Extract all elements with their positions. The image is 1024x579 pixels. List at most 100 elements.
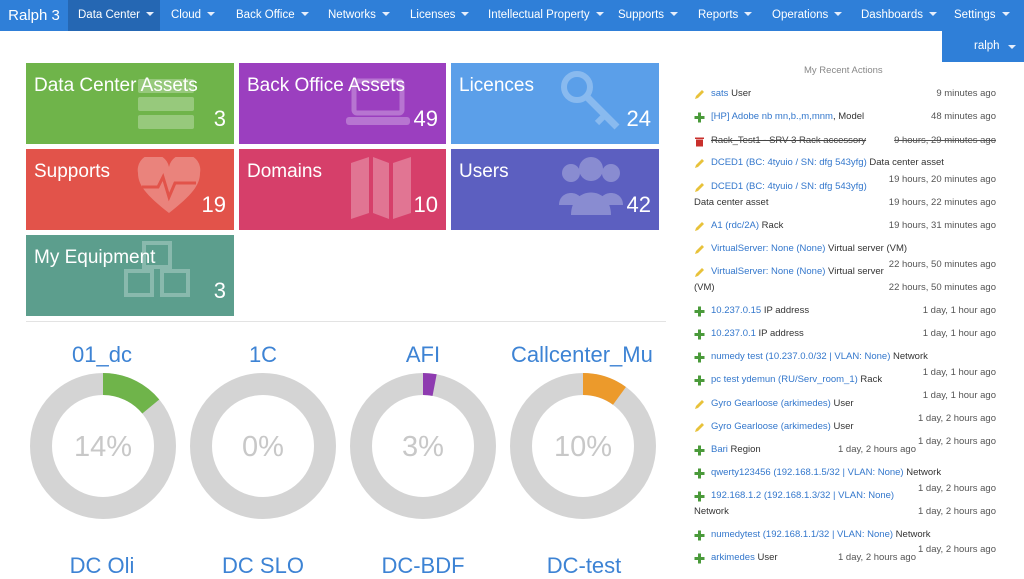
tile-title: Licences [459,75,534,96]
recent-action-link[interactable]: 10.237.0.15 [711,305,761,316]
tile-title: Supports [34,161,111,182]
nav-back-office[interactable]: Back Office [236,0,309,31]
plus-icon [694,304,705,317]
recent-action-type: User [728,88,752,99]
donut-title[interactable]: 01_dc [22,342,182,368]
nav-supports[interactable]: Supports [618,0,679,31]
donut-title[interactable]: DC-BDF [343,553,503,579]
plus-icon [694,551,705,564]
donut-title[interactable]: AFI [343,342,503,368]
recent-action-time: 9 hours, 29 minutes ago [894,135,996,146]
nav-label: Supports [618,9,665,21]
nav-label: Back Office [236,9,295,21]
nav-intellectual-property[interactable]: Intellectual Property [488,0,604,31]
nav-settings[interactable]: Settings [954,0,1010,31]
recent-action-type: Virtual server (VM) [825,243,908,254]
tile-title: Back Office Assets [247,75,406,96]
key-icon [561,71,620,130]
recent-action-time: 22 hours, 50 minutes ago [888,282,996,293]
map-icon [351,157,411,219]
donut-percent: 3% [402,431,444,463]
recent-action-link[interactable]: DCED1 (BC: 4tyuio / SN: dfg 543yfg) [711,181,867,192]
recent-action-link[interactable]: VirtualServer: None (None) [711,243,825,254]
plus-icon [694,489,705,502]
recent-action-time: 1 day, 1 hour ago [922,390,996,401]
donut-title[interactable]: Callcenter_Mu [511,342,661,368]
recent-action-item: [HP] Adobe nb mn,b.,m,mnm, Model [711,111,864,122]
recent-action-type: Data center asset [866,157,944,168]
recent-action-link[interactable]: [HP] Adobe nb mn,b.,m,mnm [711,111,833,122]
recent-action-link[interactable]: numedy test (10.237.0.0/32 | VLAN: None) [711,351,890,362]
recent-action-type: Data center asset [694,197,769,208]
nav-networks[interactable]: Networks [328,0,390,31]
donut-title[interactable]: DC-test [504,553,664,579]
tile-supports[interactable]: Supports 19 [26,149,234,230]
recent-action-type: Region [727,444,761,455]
donut-title[interactable]: DC SLO [183,553,343,579]
donut-title[interactable]: 1C [183,342,343,368]
chevron-down-icon [1001,11,1010,16]
recent-action-link[interactable]: Bari [711,444,728,455]
recent-action-type: Virtual server [825,266,884,277]
recent-action-link[interactable]: numedytest (192.168.1.1/32 | VLAN: None) [711,529,893,540]
nav-data-center[interactable]: Data Center [68,0,160,31]
nav-reports[interactable]: Reports [698,0,753,31]
nav-licenses[interactable]: Licenses [410,0,470,31]
recent-action-link[interactable]: arkimedes [711,552,755,563]
tile-users[interactable]: Users 42 [451,149,659,230]
tile-back-office-assets[interactable]: Back Office Assets 49 [239,63,446,144]
donut-percent: 0% [242,431,284,463]
nav-cloud[interactable]: Cloud [171,0,216,31]
chevron-down-icon [744,11,753,16]
recent-action-link[interactable]: DCED1 (BC: 4tyuio / SN: dfg 543yfg) [711,157,867,168]
users-icon [559,157,623,215]
tile-title: Users [459,161,509,182]
brand-logo[interactable]: Ralph 3 [0,0,68,31]
recent-action-link[interactable]: Gyro Gearloose (arkimedes) [711,421,831,432]
chevron-down-icon [146,11,155,16]
recent-action-type: Network [890,351,928,362]
recent-action-link[interactable]: pc test ydemun (RU/Serv_room_1) [711,374,858,385]
chevron-down-icon [207,11,216,16]
user-name: ralph [974,40,1000,52]
nav-dashboards[interactable]: Dashboards [861,0,938,31]
recent-action-link[interactable]: 192.168.1.2 (192.168.1.3/32 | VLAN: None… [711,490,894,501]
donut-title[interactable]: DC Oli [22,553,182,579]
nav-label: Cloud [171,9,202,21]
tile-data-center-assets[interactable]: Data Center Assets 3 [26,63,234,144]
tile-title: Domains [247,161,322,182]
plus-icon [694,466,705,479]
recent-action-item: numedy test (10.237.0.0/32 | VLAN: None)… [711,351,928,362]
recent-action-item: A1 (rdc/2A) Rack [711,220,783,231]
pencil-icon [694,420,705,432]
nav-label: Intellectual Property [488,9,590,21]
nav-label: Operations [772,9,829,21]
tile-count: 10 [413,192,438,217]
recent-action-type: Network [694,506,729,517]
chevron-down-icon [834,11,843,16]
tile-my-equipment[interactable]: My Equipment 3 [26,235,234,316]
tile-count: 24 [626,106,651,131]
recent-action-link[interactable]: sats [711,88,728,99]
donut-chart: 3% [350,373,496,519]
plus-icon [694,327,705,340]
recent-action-item: arkimedes User [711,552,778,563]
recent-action-link[interactable]: A1 (rdc/2A) [711,220,759,231]
recent-action-link[interactable]: VirtualServer: None (None) [711,266,825,277]
tile-licences[interactable]: Licences 24 [451,63,659,144]
recent-action-link[interactable]: qwerty123456 (192.168.1.5/32 | VLAN: Non… [711,467,904,478]
nav-label: Networks [328,9,376,21]
recent-action-link[interactable]: 10.237.0.1 [711,328,756,339]
recent-action-link[interactable]: Gyro Gearloose (arkimedes) [711,398,831,409]
recent-action-type: (VM) [694,282,715,293]
recent-action-type: User [830,421,854,432]
nav-operations[interactable]: Operations [772,0,843,31]
pencil-icon [694,156,705,168]
user-menu-button[interactable]: ralph [942,31,1024,62]
recent-action-link[interactable]: Rack_Test1 - SRV 3 [711,135,796,146]
recent-action-type: User [830,398,854,409]
pencil-icon [694,397,705,409]
recent-action-time: 1 day, 2 hours ago [838,444,916,455]
recent-action-time: 1 day, 1 hour ago [922,367,996,378]
tile-domains[interactable]: Domains 10 [239,149,446,230]
